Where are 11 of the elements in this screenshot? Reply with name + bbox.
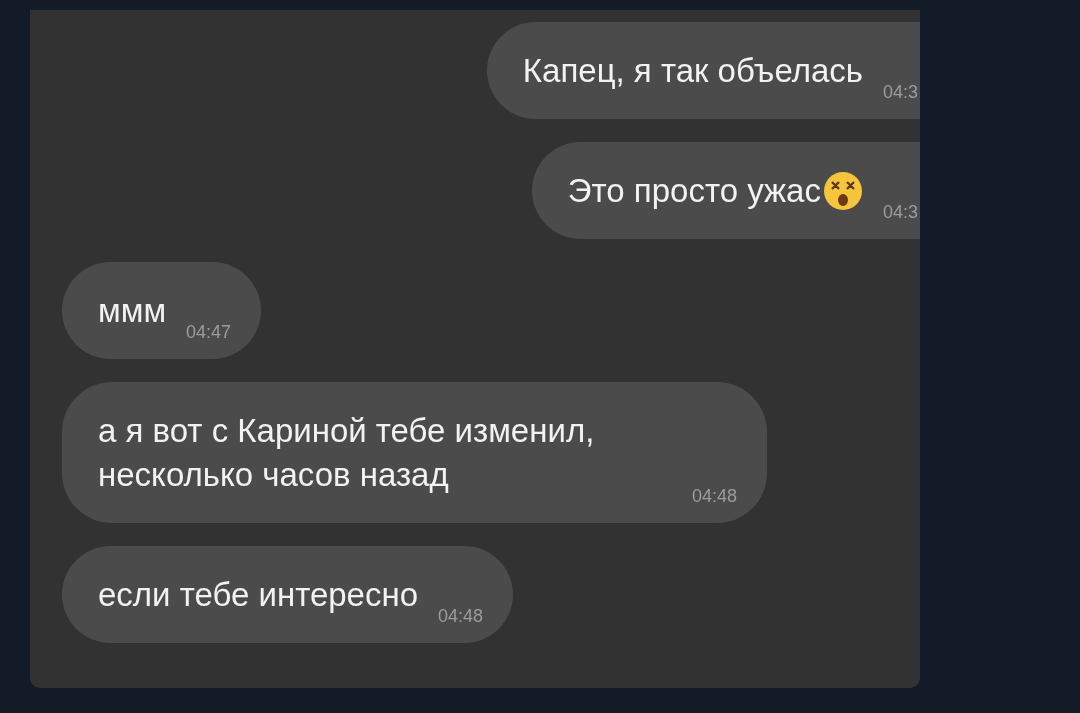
message-time: 04:48 <box>438 607 484 625</box>
message-time: 04:3 <box>882 203 918 221</box>
message-text: если тебе интересно <box>98 575 419 615</box>
message-text: Это просто ужас <box>567 171 821 211</box>
message-text: Капец, я так объелась <box>522 51 863 91</box>
message-text: а я вот с Кариной тебе изменил, несколько часов назад <box>98 411 596 495</box>
message-time: 04:47 <box>186 323 232 341</box>
message-time: 04:48 <box>691 487 737 505</box>
message-text: ммм <box>98 291 167 331</box>
message-time: 04:3 <box>882 83 918 101</box>
dizzy-face-icon <box>822 171 863 211</box>
